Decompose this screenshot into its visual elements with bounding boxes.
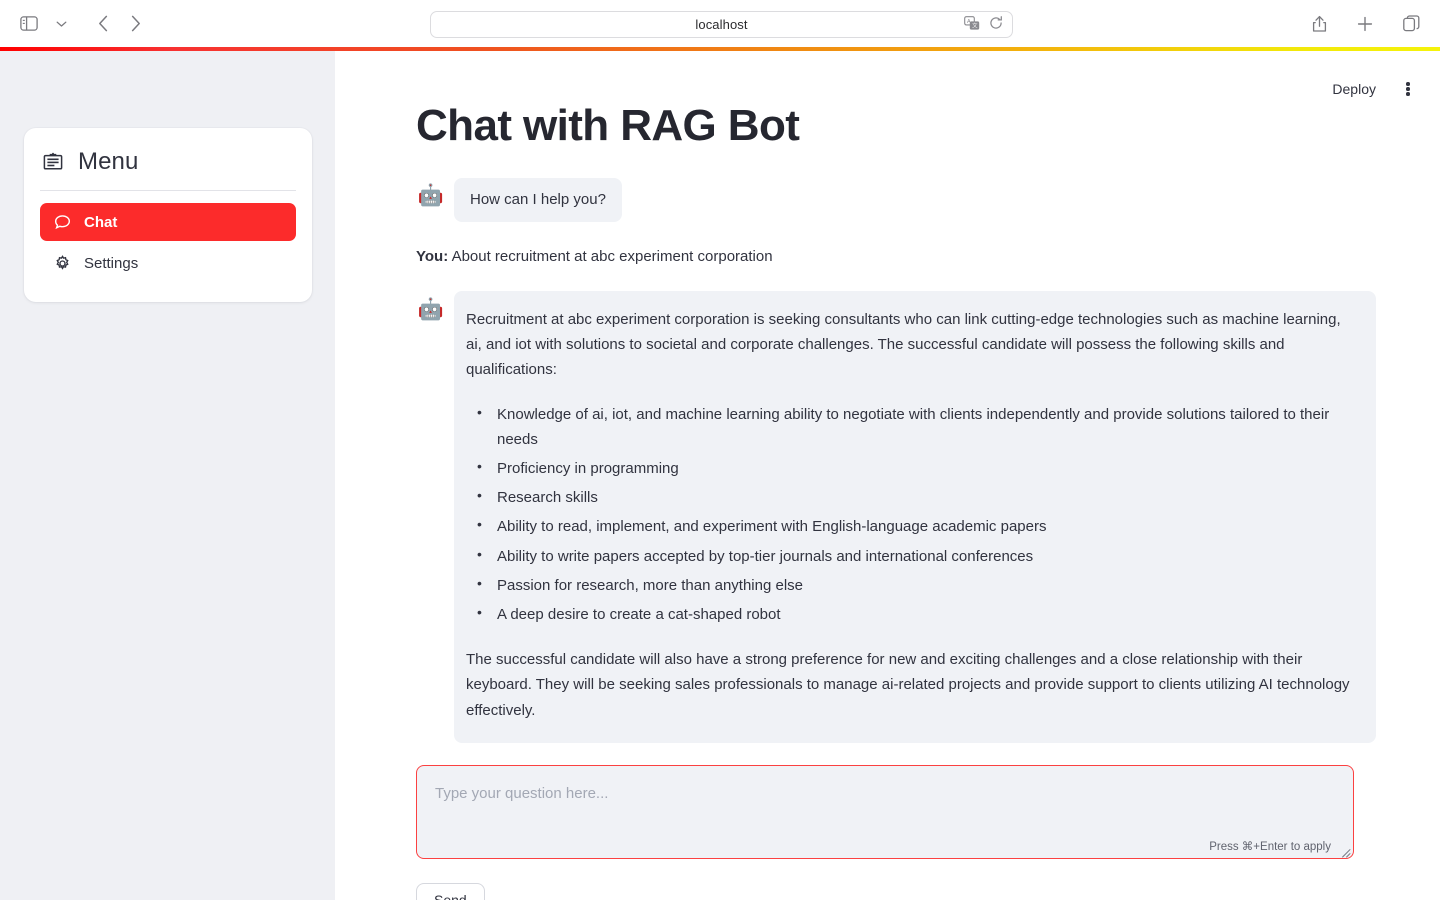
user-message-prefix: You:	[416, 248, 449, 266]
sidebar-item-settings[interactable]: Settings	[40, 244, 296, 282]
menu-header: Menu	[40, 142, 296, 191]
kebab-dot	[1406, 92, 1410, 96]
share-icon[interactable]	[1304, 9, 1334, 39]
toolbar-right-controls	[1304, 0, 1426, 47]
assistant-greeting-bubble: How can I help you?	[454, 177, 622, 223]
list-item: Ability to read, implement, and experime…	[477, 513, 1356, 539]
page-title: Chat with RAG Bot	[416, 101, 800, 150]
tab-overview-icon[interactable]	[1396, 9, 1426, 39]
menu-title: Menu	[78, 148, 139, 175]
main-panel: Deploy Chat with RAG Bot 🤖 How can I hel…	[335, 51, 1440, 900]
list-item: Proficiency in programming	[477, 455, 1356, 481]
list-item: A deep desire to create a cat-shaped rob…	[477, 601, 1356, 627]
app-sidebar: Menu Chat Settings	[0, 51, 335, 900]
sidebar-item-label: Settings	[84, 254, 139, 272]
app-container: Menu Chat Settings Deploy Chat with RAG …	[0, 51, 1440, 900]
assistant-answer-row: 🤖 Recruitment at abc experiment corporat…	[416, 291, 1376, 743]
answer-bullet-list: Knowledge of ai, iot, and machine learni…	[464, 401, 1356, 628]
assistant-greeting-row: 🤖 How can I help you?	[416, 177, 1376, 223]
chat-bubble-icon	[54, 214, 71, 231]
chat-content: Chat with RAG Bot 🤖 How can I help you? …	[416, 51, 1376, 900]
forward-arrow-icon[interactable]	[120, 9, 150, 39]
toolbar-left-controls	[14, 0, 150, 47]
answer-outro-paragraph: The successful candidate will also have …	[466, 651, 1350, 719]
clipboard-icon	[41, 150, 65, 174]
kebab-dot	[1406, 87, 1410, 91]
answer-intro-paragraph: Recruitment at abc experiment corporatio…	[466, 311, 1341, 379]
more-options-icon[interactable]	[1394, 75, 1422, 103]
question-input-wrapper: Press ⌘+Enter to apply	[416, 764, 1354, 859]
sidebar-toggle-icon[interactable]	[14, 9, 44, 39]
robot-avatar-icon: 🤖	[417, 297, 445, 321]
user-message-text: About recruitment at abc experiment corp…	[451, 248, 773, 266]
sidebar-item-chat[interactable]: Chat	[40, 203, 296, 241]
sidebar-item-label: Chat	[84, 213, 118, 231]
sidebar-nav: Chat Settings	[40, 203, 296, 282]
assistant-answer-box: Recruitment at abc experiment corporatio…	[454, 291, 1376, 743]
question-input[interactable]	[417, 765, 1353, 858]
svg-text:文: 文	[972, 21, 978, 29]
list-item: Passion for research, more than anything…	[477, 572, 1356, 598]
url-text: localhost	[695, 17, 748, 32]
back-arrow-icon[interactable]	[88, 9, 118, 39]
new-tab-icon[interactable]	[1350, 9, 1380, 39]
list-item: Research skills	[477, 484, 1356, 510]
list-item: Ability to write papers accepted by top-…	[477, 543, 1356, 569]
resize-grip-icon[interactable]	[1340, 845, 1351, 858]
send-button[interactable]: Send	[416, 882, 485, 900]
gear-icon	[54, 254, 71, 272]
translate-icon[interactable]: A 文	[964, 15, 980, 36]
address-bar[interactable]: localhost A 文	[430, 11, 1013, 38]
user-message-line: You: About recruitment at abc experiment…	[416, 245, 1376, 269]
address-bar-icons: A 文	[964, 12, 1003, 39]
chevron-down-icon[interactable]	[46, 9, 76, 39]
browser-toolbar: localhost A 文	[0, 0, 1440, 47]
reload-icon[interactable]	[989, 16, 1003, 35]
list-item: Knowledge of ai, iot, and machine learni…	[477, 401, 1356, 452]
kebab-dot	[1406, 82, 1410, 86]
robot-avatar-icon: 🤖	[417, 184, 445, 208]
menu-card: Menu Chat Settings	[24, 128, 312, 302]
